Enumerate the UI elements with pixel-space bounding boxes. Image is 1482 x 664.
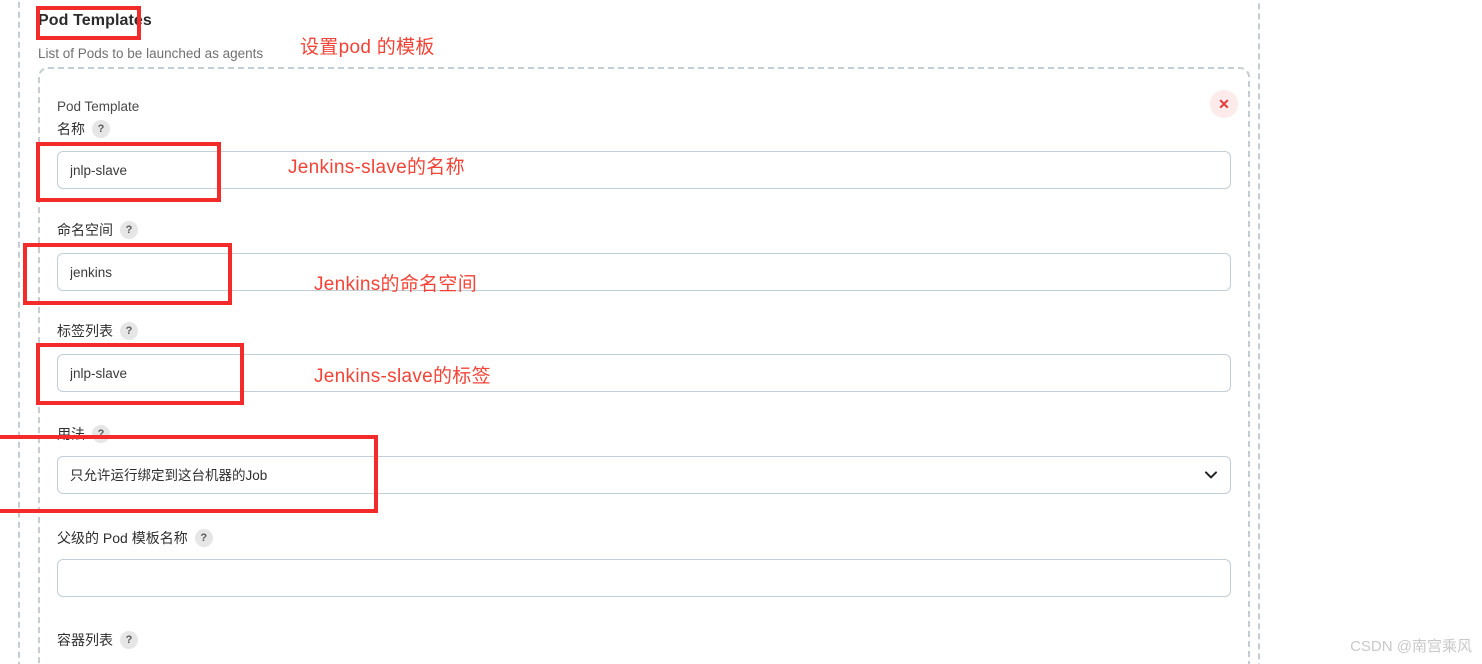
inherit-from-input[interactable] [57,559,1231,597]
card-title: Pod Template [57,99,140,114]
field-label-inherit-from: 父级的 Pod 模板名称 ? [57,528,213,548]
usage-select[interactable]: 只允许运行绑定到这台机器的Job [57,456,1231,494]
help-icon[interactable]: ? [92,425,110,443]
screenshot-root: Pod Templates List of Pods to be launche… [0,0,1482,664]
field-label-containers-text: 容器列表 [57,632,113,648]
field-label-inherit-from-text: 父级的 Pod 模板名称 [57,530,188,546]
help-icon[interactable]: ? [194,529,213,547]
labels-input[interactable] [57,354,1231,392]
help-icon[interactable]: ? [120,322,138,340]
close-icon: ✕ [1218,96,1230,112]
help-icon[interactable]: ? [92,120,110,138]
field-label-labels: 标签列表 ? [57,321,138,341]
field-label-name-text: 名称 [57,121,85,137]
close-pod-template-button[interactable]: ✕ [1210,90,1238,118]
annotation-text-labels: Jenkins-slave的标签 [314,366,491,387]
annotation-text-namespace: Jenkins的命名空间 [314,274,478,295]
namespace-input[interactable] [57,253,1231,291]
name-input[interactable] [57,151,1231,189]
page-title: Pod Templates [38,12,152,29]
help-icon[interactable]: ? [120,221,138,239]
annotation-text-name: Jenkins-slave的名称 [288,157,465,178]
usage-select-wrapper[interactable]: 只允许运行绑定到这台机器的Job [57,456,1231,494]
watermark: CSDN @南宫乘风 [1350,638,1472,655]
field-label-name: 名称 ? [57,119,110,139]
field-label-namespace: 命名空间 ? [57,220,138,240]
field-label-usage: 用法 ? [57,424,110,444]
annotation-text-template: 设置pod 的模板 [300,37,435,58]
field-label-labels-text: 标签列表 [57,323,113,339]
field-label-containers: 容器列表 ? [57,630,138,650]
field-label-usage-text: 用法 [57,426,85,442]
field-label-namespace-text: 命名空间 [57,222,113,238]
page-description: List of Pods to be launched as agents [38,46,264,61]
help-icon[interactable]: ? [120,631,138,649]
